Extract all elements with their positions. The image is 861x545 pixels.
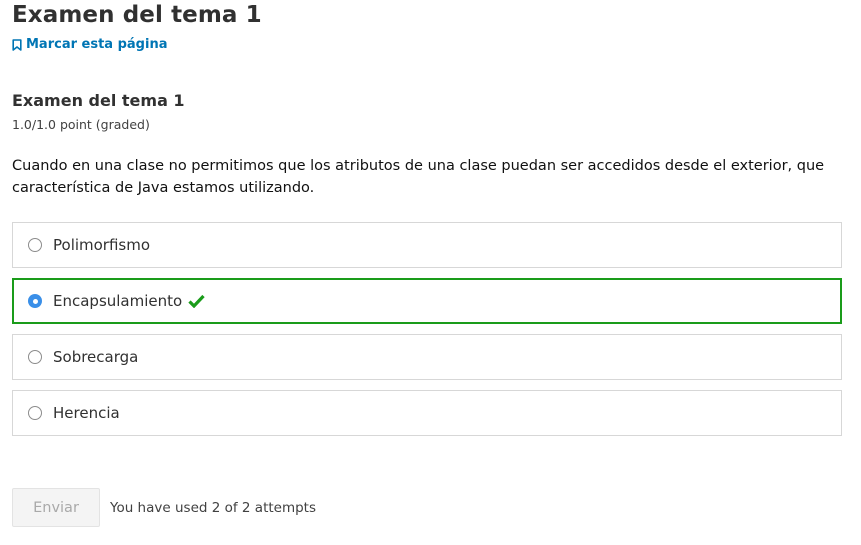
problem-title: Examen del tema 1 xyxy=(12,91,185,110)
option-label: Encapsulamiento xyxy=(53,292,183,310)
option-sobrecarga[interactable]: Sobrecarga xyxy=(12,334,842,380)
radio-button[interactable] xyxy=(28,238,42,252)
submit-row: Enviar You have used 2 of 2 attempts xyxy=(12,488,316,527)
page-title: Examen del tema 1 xyxy=(12,2,262,28)
option-polimorfismo[interactable]: Polimorfismo xyxy=(12,222,842,268)
checkmark-icon xyxy=(188,294,205,308)
question-text: Cuando en una clase no permitimos que lo… xyxy=(12,158,825,196)
bookmark-link[interactable]: Marcar esta página xyxy=(12,37,167,52)
radio-button[interactable] xyxy=(28,350,42,364)
option-label: Herencia xyxy=(53,404,120,422)
option-encapsulamiento[interactable]: Encapsulamiento xyxy=(12,278,842,324)
option-label: Polimorfismo xyxy=(53,236,151,254)
bookmark-label: Marcar esta página xyxy=(26,37,168,52)
page: Examen del tema 1 Marcar esta página Exa… xyxy=(0,0,861,545)
radio-button[interactable] xyxy=(28,406,42,420)
bookmark-icon xyxy=(12,38,22,51)
radio-button-selected[interactable] xyxy=(28,294,42,308)
option-label: Sobrecarga xyxy=(53,348,139,366)
points-status: 1.0/1.0 point (graded) xyxy=(12,117,150,132)
attempts-text: You have used 2 of 2 attempts xyxy=(110,499,317,516)
submit-button[interactable]: Enviar xyxy=(12,488,100,527)
answer-options: Polimorfismo Encapsulamiento Sobrecarga … xyxy=(12,222,842,446)
option-herencia[interactable]: Herencia xyxy=(12,390,842,436)
